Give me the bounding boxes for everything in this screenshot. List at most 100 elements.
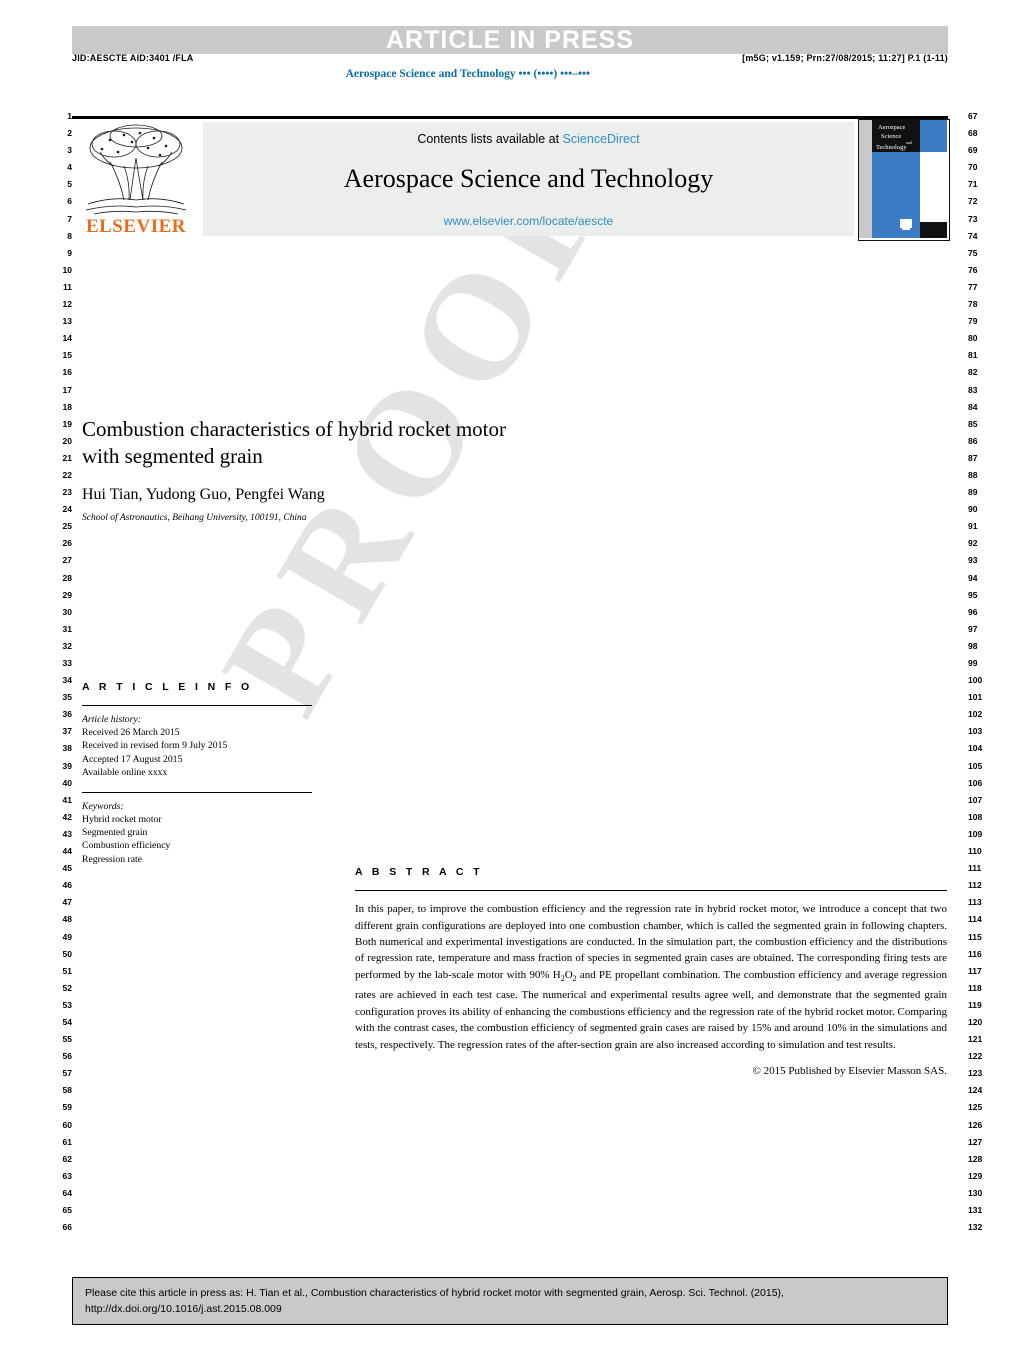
line-number: 41 — [62, 794, 72, 805]
elsevier-wordmark: ELSEVIER — [85, 216, 187, 237]
line-number: 49 — [62, 931, 72, 942]
affiliation: School of Astronautics, Beihang Universi… — [82, 513, 307, 523]
svg-text:Aerospace: Aerospace — [878, 124, 906, 131]
journal-homepage-link[interactable]: www.elsevier.com/locate/aescte — [203, 214, 854, 228]
line-number: 89 — [968, 487, 978, 498]
line-number: 33 — [62, 658, 72, 668]
svg-text:and: and — [906, 140, 912, 145]
abstract-part-2: O — [564, 968, 573, 981]
line-number: 52 — [62, 982, 72, 993]
line-number: 11 — [63, 281, 72, 292]
line-number: 63 — [62, 1170, 72, 1181]
line-number: 54 — [62, 1016, 72, 1027]
line-number: 5 — [67, 179, 72, 190]
article-info-rule — [82, 705, 312, 706]
elsevier-tree-icon — [85, 124, 187, 215]
line-number: 79 — [968, 316, 978, 327]
line-number: 73 — [968, 213, 978, 224]
line-number: 62 — [62, 1153, 72, 1164]
abstract-copyright: © 2015 Published by Elsevier Masson SAS. — [752, 1065, 947, 1078]
line-numbers-right: 67 68 69 70 71 72 73 74 75 76 77 78 79 80 81 82 83 84 85 86… — [968, 108, 1002, 1236]
line-number: 109 — [968, 828, 983, 839]
line-number: 72 — [968, 196, 978, 207]
line-number: 65 — [62, 1205, 72, 1215]
line-number: 93 — [968, 555, 978, 566]
journal-cover-image: Aerospace Science and Technology — [859, 120, 947, 238]
line-number: 59 — [62, 1102, 72, 1113]
line-number: 126 — [968, 1119, 983, 1130]
line-number: 70 — [968, 162, 978, 173]
line-number: 55 — [62, 1034, 72, 1045]
abstract-rule — [355, 890, 947, 892]
line-number: 124 — [968, 1085, 983, 1096]
line-number: 128 — [968, 1153, 983, 1164]
line-number: 53 — [62, 999, 72, 1010]
line-number: 24 — [62, 504, 72, 515]
line-number: 127 — [968, 1136, 983, 1147]
line-number: 12 — [62, 299, 72, 310]
line-number: 92 — [968, 538, 978, 549]
line-number: 23 — [62, 487, 72, 498]
journal-cover-thumbnail[interactable]: Aerospace Science and Technology — [858, 119, 950, 241]
line-number: 81 — [968, 350, 978, 361]
line-number: 66 — [62, 1222, 72, 1233]
line-number: 44 — [62, 846, 72, 857]
line-number: 45 — [62, 863, 72, 874]
abstract-heading: A B S T R A C T — [355, 866, 483, 879]
title-line-2: with segmented grain — [82, 444, 263, 468]
line-number: 99 — [968, 658, 978, 668]
title-block: Combustion characteristics of hybrid roc… — [82, 416, 642, 523]
elsevier-logo[interactable]: ELSEVIER — [72, 122, 200, 238]
keywords-rule — [82, 791, 312, 793]
line-number: 87 — [968, 452, 978, 463]
line-number: 3 — [67, 145, 72, 156]
line-number: 17 — [62, 384, 72, 395]
line-number: 9 — [67, 247, 72, 258]
line-number: 117 — [968, 965, 982, 976]
line-number: 75 — [968, 247, 978, 258]
running-head: Aerospace Science and Technology ••• (••… — [345, 68, 591, 80]
line-number: 129 — [968, 1170, 983, 1181]
line-number: 94 — [968, 572, 978, 583]
line-number: 86 — [968, 435, 978, 446]
abstract-column: A B S T R A C T In this paper, to improv… — [355, 866, 947, 1077]
contents-prefix: Contents lists available at — [417, 132, 563, 146]
page-title: Combustion characteristics of hybrid roc… — [82, 416, 642, 470]
author-list: Hui Tian, Yudong Guo, Pengfei Wang — [82, 486, 325, 503]
contents-available-line: Contents lists available at ScienceDirec… — [203, 132, 854, 146]
article-history-label: Article history: — [82, 714, 141, 725]
line-number: 122 — [968, 1051, 983, 1062]
line-number: 67 — [968, 111, 978, 121]
line-number: 37 — [62, 726, 72, 737]
history-item: Accepted 17 August 2015 — [82, 753, 183, 765]
line-number: 80 — [968, 333, 978, 344]
line-number: 25 — [62, 521, 72, 532]
line-number: 21 — [62, 452, 72, 463]
line-number: 83 — [968, 384, 978, 395]
line-number: 106 — [968, 777, 983, 788]
line-number: 118 — [968, 982, 982, 993]
masthead-panel: Contents lists available at ScienceDirec… — [203, 122, 854, 236]
line-number: 102 — [968, 709, 983, 720]
line-number: 130 — [968, 1187, 983, 1198]
line-number: 108 — [968, 811, 983, 822]
line-number: 88 — [968, 469, 978, 480]
cite-this-article-box: Please cite this article in press as: H.… — [72, 1277, 948, 1325]
proof-version-label: [m5G; v1.159; Prn:27/08/2015; 11:27] P.1… — [742, 53, 948, 63]
svg-text:Technology: Technology — [876, 144, 907, 151]
journal-masthead: ELSEVIER Contents lists available at Sci… — [72, 116, 950, 241]
line-number: 84 — [968, 401, 978, 412]
keywords-label: Keywords: — [82, 800, 124, 812]
line-number: 30 — [62, 606, 72, 617]
line-number: 15 — [62, 350, 72, 361]
line-number: 40 — [62, 777, 72, 788]
sciencedirect-link[interactable]: ScienceDirect — [563, 132, 640, 146]
jid-label: JID:AESCTE AID:3401 /FLA — [72, 53, 194, 63]
line-number: 104 — [968, 743, 983, 754]
line-number: 26 — [62, 538, 72, 549]
line-number: 82 — [968, 367, 978, 378]
cite-line-2[interactable]: http://dx.doi.org/10.1016/j.ast.2015.08.… — [85, 1301, 933, 1317]
line-number: 100 — [968, 675, 983, 686]
line-number: 125 — [968, 1102, 983, 1113]
line-number: 123 — [968, 1068, 983, 1079]
